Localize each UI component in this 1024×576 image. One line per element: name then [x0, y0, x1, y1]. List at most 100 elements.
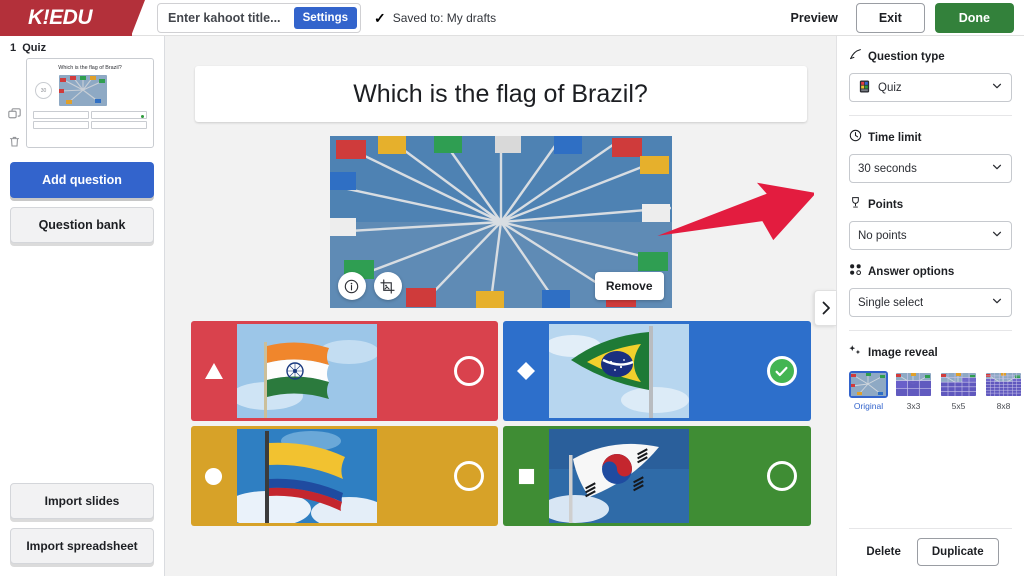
points-label: Points	[868, 199, 904, 211]
thumbnail-answer-slots	[33, 111, 147, 129]
sidebar-question-heading: 1 Quiz	[0, 36, 164, 58]
question-input[interactable]: Which is the flag of Brazil?	[194, 66, 807, 122]
image-reveal-header: Image reveal	[849, 344, 1012, 362]
annotation-arrow	[654, 166, 817, 281]
answer-options-value: Single select	[858, 296, 924, 309]
answer-tile-4[interactable]	[503, 426, 811, 526]
panel-footer-actions: Delete Duplicate	[849, 538, 1012, 566]
duplicate-icon[interactable]	[7, 108, 21, 121]
brand-label: K!EDU	[28, 6, 93, 29]
time-limit-header: Time limit	[849, 129, 1012, 147]
divider	[849, 115, 1012, 116]
image-crop-icon[interactable]	[373, 272, 402, 300]
question-index: 1	[10, 42, 17, 54]
answer-correct-toggle-4[interactable]	[766, 461, 797, 491]
thumbnail-slot-correct	[91, 111, 147, 119]
question-type-value: Quiz	[878, 81, 902, 94]
thumbnail-timer-badge: 30	[35, 82, 52, 99]
brand-logo[interactable]: K!EDU	[0, 0, 145, 36]
question-type-icon	[849, 48, 862, 66]
trophy-icon	[849, 196, 862, 214]
sparkle-icon	[849, 344, 862, 362]
question-type-select[interactable]: Quiz	[849, 73, 1012, 102]
info-icon[interactable]	[337, 272, 366, 300]
reveal-label-3x3: 3x3	[906, 401, 921, 411]
done-button[interactable]: Done	[934, 3, 1014, 33]
check-icon: ✓	[374, 9, 386, 26]
import-spreadsheet-button[interactable]: Import spreadsheet	[10, 528, 154, 564]
thumbnail-slot	[91, 121, 147, 129]
question-sidebar: 1 Quiz Which is the flag of Brazil? 30 A…	[0, 36, 165, 576]
kahoot-title-field[interactable]: Enter kahoot title... Settings	[157, 3, 361, 33]
image-reveal-label: Image reveal	[868, 347, 938, 359]
kahoot-editor: K!EDU Enter kahoot title... Settings ✓ S…	[0, 0, 1024, 576]
answer-image-3[interactable]	[236, 429, 377, 523]
panel-toggle-button[interactable]	[814, 290, 836, 326]
reveal-label-5x5: 5x5	[951, 401, 966, 411]
reveal-option-8x8[interactable]: 8x8	[984, 371, 1023, 411]
reveal-label-8x8: 8x8	[996, 401, 1011, 411]
answer-options-header: Answer options	[849, 263, 1012, 281]
clock-icon	[849, 129, 862, 147]
quiz-type-icon	[858, 79, 871, 96]
correct-dot	[140, 114, 144, 118]
reveal-thumb-original	[849, 371, 888, 398]
chevron-down-icon	[991, 295, 1003, 310]
circle-icon	[191, 467, 237, 486]
square-icon	[503, 468, 549, 485]
slide-thumbnail[interactable]: Which is the flag of Brazil? 30	[26, 58, 154, 148]
add-question-button[interactable]: Add question	[10, 162, 154, 198]
question-kind: Quiz	[22, 42, 47, 54]
question-settings-panel: Question type Quiz Time limit 30 seconds…	[836, 36, 1024, 576]
points-select[interactable]: No points	[849, 221, 1012, 250]
answer-image-4[interactable]	[549, 429, 689, 523]
reveal-thumb-8x8	[984, 371, 1023, 398]
preview-button[interactable]: Preview	[783, 5, 846, 31]
remove-media-button[interactable]: Remove	[594, 272, 664, 300]
saved-status-label: Saved to: My drafts	[392, 11, 497, 25]
import-slides-button[interactable]: Import slides	[10, 483, 154, 519]
question-bank-button[interactable]: Question bank	[10, 207, 154, 243]
answer-correct-toggle-2[interactable]	[766, 356, 797, 386]
slide-canvas: Which is the flag of Brazil? Remove	[165, 36, 836, 576]
sidebar-primary-actions: Add question Question bank	[0, 148, 164, 243]
save-status: ✓ Saved to: My drafts	[374, 0, 496, 36]
answer-image-2[interactable]	[549, 324, 689, 418]
reveal-option-original[interactable]: Original	[849, 371, 888, 411]
sidebar-import-actions: Import slides Import spreadsheet	[0, 483, 164, 576]
answer-correct-toggle-1[interactable]	[454, 356, 484, 386]
panel-footer: Delete Duplicate	[849, 528, 1012, 576]
answer-options-label: Answer options	[868, 266, 955, 278]
thumbnail-middle: 30	[33, 75, 147, 106]
answer-image-1[interactable]	[236, 324, 377, 418]
thumbnail-question-text: Which is the flag of Brazil?	[58, 65, 122, 71]
thumbnail-image	[59, 75, 107, 106]
duplicate-question-button[interactable]: Duplicate	[916, 538, 999, 566]
divider	[849, 330, 1012, 331]
slide-row: Which is the flag of Brazil? 30	[0, 58, 165, 148]
answer-options-select[interactable]: Single select	[849, 288, 1012, 317]
answer-tiles	[190, 321, 811, 526]
answer-correct-toggle-3[interactable]	[454, 461, 484, 491]
trash-icon[interactable]	[8, 135, 21, 148]
question-type-label: Question type	[868, 51, 945, 63]
slide-media[interactable]: Remove	[329, 136, 672, 308]
slide-tools	[2, 58, 26, 148]
chevron-down-icon	[991, 80, 1003, 95]
chevron-down-icon	[991, 228, 1003, 243]
exit-button[interactable]: Exit	[855, 3, 925, 33]
delete-question-button[interactable]: Delete	[862, 540, 905, 564]
time-limit-select[interactable]: 30 seconds	[849, 154, 1012, 183]
answer-tile-2[interactable]	[503, 321, 811, 421]
kahoot-title-placeholder: Enter kahoot title...	[168, 11, 281, 25]
answer-tile-3[interactable]	[190, 426, 498, 526]
reveal-thumb-3x3	[894, 371, 933, 398]
reveal-option-5x5[interactable]: 5x5	[939, 371, 978, 411]
reveal-label-original: Original	[853, 401, 884, 411]
reveal-option-3x3[interactable]: 3x3	[894, 371, 933, 411]
answer-tile-1[interactable]	[190, 321, 498, 421]
time-limit-value: 30 seconds	[858, 162, 917, 175]
settings-button[interactable]: Settings	[293, 7, 357, 29]
